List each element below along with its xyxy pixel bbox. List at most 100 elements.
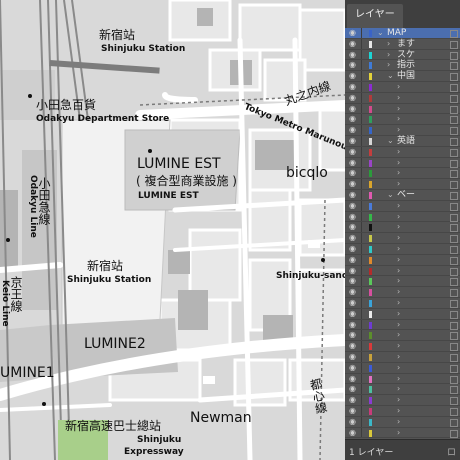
lock-column[interactable] xyxy=(361,200,362,211)
eye-icon[interactable]: ◉ xyxy=(349,353,358,361)
layer-row[interactable]: ◉ › xyxy=(345,341,460,352)
eye-icon[interactable]: ◉ xyxy=(349,104,358,113)
layer-target-icon[interactable] xyxy=(450,170,458,179)
eye-icon[interactable]: ◉ xyxy=(349,428,358,437)
layer-row[interactable]: ◉ › 指示 xyxy=(345,60,460,72)
layer-row[interactable]: ◉ › xyxy=(345,103,460,115)
layer-row[interactable]: ◉ › xyxy=(345,384,460,396)
layer-row[interactable]: ◉ › xyxy=(345,362,460,374)
lock-column[interactable] xyxy=(361,38,362,49)
eye-icon[interactable]: ◉ xyxy=(349,223,358,231)
lock-column[interactable] xyxy=(361,254,362,265)
layer-target-icon[interactable] xyxy=(450,289,458,298)
chevron-right-icon[interactable]: › xyxy=(397,352,400,362)
layer-target-icon[interactable] xyxy=(450,364,458,373)
chevron-right-icon[interactable]: › xyxy=(397,266,400,276)
chevron-right-icon[interactable]: › xyxy=(387,50,390,60)
eye-icon[interactable]: ◉ xyxy=(349,61,358,69)
eye-icon[interactable]: ◉ xyxy=(349,169,358,177)
chevron-right-icon[interactable]: › xyxy=(397,244,400,254)
layer-name[interactable]: 英語 xyxy=(397,136,415,146)
layer-row[interactable]: ◉ › xyxy=(345,427,460,439)
eye-icon[interactable]: ◉ xyxy=(349,234,358,242)
lock-column[interactable] xyxy=(361,265,362,276)
layer-target-icon[interactable] xyxy=(450,30,458,38)
chevron-right-icon[interactable]: › xyxy=(397,287,400,297)
layer-row[interactable]: ◉ › xyxy=(345,82,460,93)
layer-row[interactable]: ◉ › スケ xyxy=(345,49,460,61)
layer-target-icon[interactable] xyxy=(450,332,458,341)
lock-column[interactable] xyxy=(361,168,362,179)
layer-row[interactable]: ◉ › xyxy=(345,395,460,406)
layer-target-icon[interactable] xyxy=(450,256,458,265)
lock-column[interactable] xyxy=(361,136,362,146)
lock-column[interactable] xyxy=(361,276,362,287)
layer-target-icon[interactable] xyxy=(450,246,458,254)
chevron-right-icon[interactable]: › xyxy=(397,201,400,211)
lock-column[interactable] xyxy=(361,82,362,92)
lock-column[interactable] xyxy=(361,416,362,427)
layer-target-icon[interactable] xyxy=(450,224,458,233)
layer-row[interactable]: ◉ › xyxy=(345,125,460,136)
layer-target-icon[interactable] xyxy=(450,408,458,416)
layer-row[interactable]: ◉ › xyxy=(345,179,460,190)
chevron-right-icon[interactable]: › xyxy=(397,179,400,189)
lock-column[interactable] xyxy=(361,308,362,319)
layer-name[interactable]: ベー xyxy=(397,190,415,200)
eye-icon[interactable]: ◉ xyxy=(349,407,358,415)
layer-target-icon[interactable] xyxy=(450,354,458,362)
eye-icon[interactable]: ◉ xyxy=(349,180,358,188)
layer-name[interactable]: 指示 xyxy=(397,60,415,70)
layer-target-icon[interactable] xyxy=(450,267,458,276)
layer-target-icon[interactable] xyxy=(450,192,458,200)
lock-column[interactable] xyxy=(361,49,362,60)
layer-row[interactable]: ◉ › xyxy=(345,157,460,169)
layer-target-icon[interactable] xyxy=(450,202,458,211)
layer-target-icon[interactable] xyxy=(450,127,458,136)
chevron-right-icon[interactable]: › xyxy=(397,114,400,124)
layer-target-icon[interactable] xyxy=(450,397,458,406)
eye-icon[interactable]: ◉ xyxy=(349,288,358,296)
layer-row[interactable]: ◉ › xyxy=(345,319,460,331)
eye-icon[interactable]: ◉ xyxy=(349,72,358,80)
eye-icon[interactable]: ◉ xyxy=(349,363,358,372)
footer-button[interactable]: ロ xyxy=(447,445,456,458)
chevron-right-icon[interactable]: › xyxy=(397,233,400,243)
chevron-right-icon[interactable]: › xyxy=(397,320,400,330)
chevron-right-icon[interactable]: › xyxy=(397,395,400,405)
layer-target-icon[interactable] xyxy=(450,343,458,352)
chevron-down-icon[interactable]: ⌄ xyxy=(387,71,394,81)
chevron-right-icon[interactable]: › xyxy=(397,125,400,135)
chevron-right-icon[interactable]: › xyxy=(397,298,400,308)
lock-column[interactable] xyxy=(361,125,362,135)
lock-column[interactable] xyxy=(361,395,362,405)
layer-row[interactable]: ◉ › xyxy=(345,114,460,126)
layer-name[interactable]: MAP xyxy=(387,28,406,38)
eye-icon[interactable]: ◉ xyxy=(349,212,358,221)
lock-column[interactable] xyxy=(361,427,362,438)
lock-column[interactable] xyxy=(361,341,362,351)
lock-column[interactable] xyxy=(361,384,362,395)
chevron-right-icon[interactable]: › xyxy=(397,276,400,286)
lock-column[interactable] xyxy=(361,373,362,384)
eye-icon[interactable]: ◉ xyxy=(349,158,358,167)
layer-row[interactable]: ◉ › xyxy=(345,308,460,320)
lock-column[interactable] xyxy=(361,157,362,168)
layer-target-icon[interactable] xyxy=(450,310,458,319)
chevron-right-icon[interactable]: › xyxy=(397,406,400,416)
layer-target-icon[interactable] xyxy=(450,235,458,244)
chevron-right-icon[interactable]: › xyxy=(397,222,400,232)
layer-row[interactable]: ◉ › xyxy=(345,146,460,158)
eye-icon[interactable]: ◉ xyxy=(349,266,358,275)
layer-row[interactable]: ◉ ⌄ ベー xyxy=(345,190,460,201)
layer-target-icon[interactable] xyxy=(450,105,458,114)
layer-target-icon[interactable] xyxy=(450,159,458,168)
layer-row[interactable]: ◉ › xyxy=(345,168,460,180)
lock-column[interactable] xyxy=(361,298,362,308)
eye-icon[interactable]: ◉ xyxy=(349,255,358,264)
layer-row[interactable]: ◉ › xyxy=(345,265,460,277)
layer-row[interactable]: ◉ › xyxy=(345,200,460,212)
lock-column[interactable] xyxy=(361,352,362,362)
lock-column[interactable] xyxy=(361,211,362,222)
eye-icon[interactable]: ◉ xyxy=(349,331,358,339)
